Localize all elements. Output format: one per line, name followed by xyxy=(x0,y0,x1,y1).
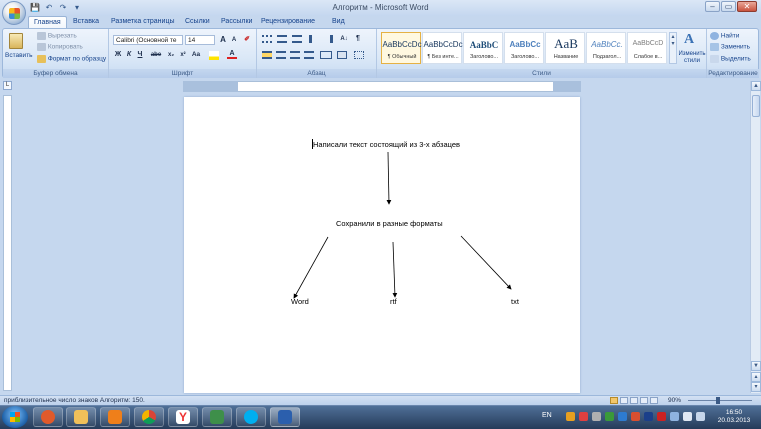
view-buttons xyxy=(610,397,670,405)
windows-logo-icon xyxy=(10,412,20,422)
clock[interactable]: 16:50 20.03.2013 xyxy=(716,409,752,425)
web-layout-icon[interactable] xyxy=(630,397,638,404)
taskbar-chrome[interactable] xyxy=(134,407,164,427)
app-icon xyxy=(210,410,224,424)
chrome-icon xyxy=(142,410,156,424)
zoom-level[interactable]: 90% xyxy=(668,397,681,404)
tray-icon-4[interactable] xyxy=(605,412,614,421)
taskbar-player[interactable] xyxy=(100,407,130,427)
network-icon[interactable] xyxy=(670,412,679,421)
arrow-to-formats xyxy=(386,151,392,205)
media-icon xyxy=(41,410,55,424)
tray-icon-6[interactable] xyxy=(631,412,640,421)
zoom-slider[interactable] xyxy=(688,400,752,401)
tray-icon-1[interactable] xyxy=(566,412,575,421)
tray-icon-3[interactable] xyxy=(592,412,601,421)
tray-icon-2[interactable] xyxy=(579,412,588,421)
taskbar-skype[interactable] xyxy=(236,407,266,427)
clock-time: 16:50 xyxy=(725,409,743,416)
word-window: 💾 ↶ ↷ ▾ Алгоритм - Microsoft Word – ▭ ✕ … xyxy=(0,0,761,429)
play-icon xyxy=(108,410,122,424)
skype-icon xyxy=(244,410,258,424)
arrows-drawing xyxy=(293,151,512,299)
status-text: приблизительное число знаков Алгоритм: 1… xyxy=(4,397,145,404)
taskbar-media[interactable] xyxy=(33,407,63,427)
status-bar: приблизительное число знаков Алгоритм: 1… xyxy=(0,395,761,405)
flag-icon[interactable] xyxy=(683,412,692,421)
yandex-icon: Y xyxy=(176,410,190,424)
scroll-thumb[interactable] xyxy=(752,95,760,117)
office-logo-icon xyxy=(9,8,20,19)
draft-icon[interactable] xyxy=(650,397,658,404)
scroll-down-button[interactable]: ▼ xyxy=(751,361,761,371)
reading-view-icon[interactable] xyxy=(620,397,628,404)
tray-icon-5[interactable] xyxy=(618,412,627,421)
taskbar-yandex[interactable]: Y xyxy=(168,407,198,427)
folder-icon xyxy=(74,410,88,424)
start-button[interactable] xyxy=(2,406,28,428)
tray-icon-7[interactable] xyxy=(644,412,653,421)
taskbar-explorer[interactable] xyxy=(66,407,96,427)
scroll-up-button[interactable]: ▲ xyxy=(751,81,761,91)
vertical-scrollbar[interactable]: ▲ ▼ ▴ ▾ xyxy=(750,81,761,393)
outline-icon[interactable] xyxy=(640,397,648,404)
arrow-to-word xyxy=(293,236,329,299)
next-page-button[interactable]: ▾ xyxy=(751,382,761,392)
clock-date: 20.03.2013 xyxy=(717,417,751,424)
print-layout-icon[interactable] xyxy=(610,397,618,404)
taskbar-app[interactable] xyxy=(202,407,232,427)
office-button[interactable] xyxy=(2,1,26,25)
prev-page-button[interactable]: ▴ xyxy=(751,372,761,382)
arrow-to-rtf xyxy=(392,241,398,298)
volume-icon[interactable] xyxy=(696,412,705,421)
tray-icon-8[interactable] xyxy=(657,412,666,421)
taskbar-word[interactable] xyxy=(270,407,300,427)
arrow-to-txt xyxy=(460,235,512,290)
word-icon xyxy=(278,410,292,424)
language-indicator[interactable]: EN xyxy=(542,412,552,419)
zoom-slider-thumb[interactable] xyxy=(716,397,720,404)
